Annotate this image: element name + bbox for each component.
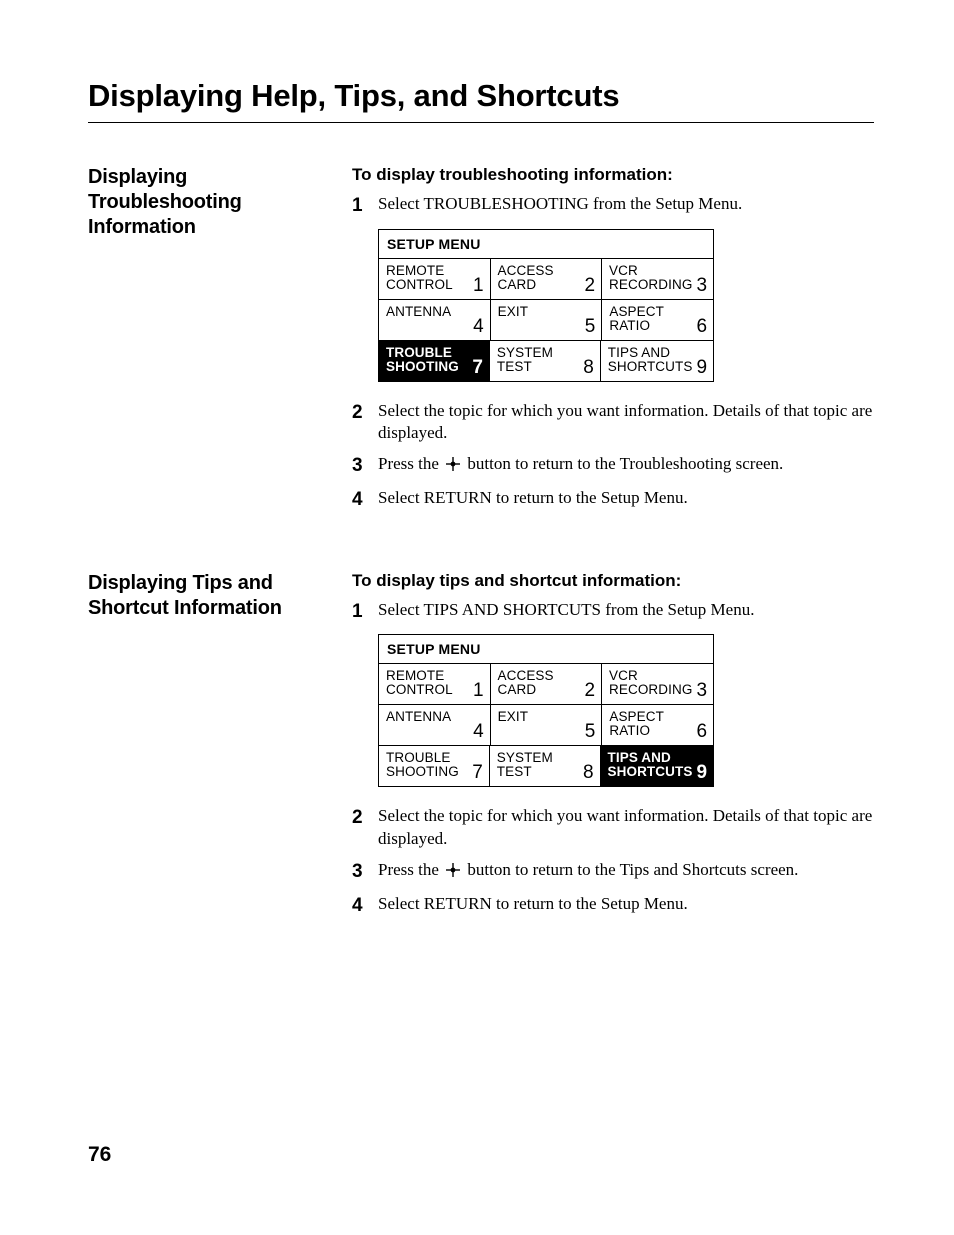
step-text: Select RETURN to return to the Setup Men… [378,487,874,510]
step-text: Select TROUBLESHOOTING from the Setup Me… [378,193,874,216]
setup-menu-cell-index: 3 [696,276,707,295]
setup-menu-cell-label: VCRRECORDING [609,669,692,697]
setup-menu-cell-index: 1 [473,681,484,700]
setup-menu-cell[interactable]: REMOTECONTROL 1 [379,664,490,704]
setup-menu-cell[interactable]: TROUBLESHOOTING 7 [379,746,489,786]
section-heading: Displaying Troubleshooting Information [88,165,342,240]
page-number: 76 [88,1143,111,1167]
section-lead: To display tips and shortcut information… [352,571,874,591]
setup-menu-cell[interactable]: EXIT 5 [490,300,602,340]
step-text: Press the button to return to the Tips a… [378,859,874,882]
setup-menu-cell-index: 2 [584,681,595,700]
setup-menu-cell-index: 8 [583,763,594,782]
setup-menu-cell-index: 3 [696,681,707,700]
doc-section: Displaying Tips and Shortcut Information… [88,571,874,927]
setup-menu-cell-index: 5 [585,317,596,336]
setup-menu-cell-label: REMOTECONTROL [386,669,453,697]
setup-menu-cell-label: REMOTECONTROL [386,264,453,292]
center-button-icon [445,456,461,472]
step-number: 2 [352,805,378,831]
step-text: Select TIPS AND SHORTCUTS from the Setup… [378,599,874,622]
setup-menu-cell[interactable]: SYSTEMTEST 8 [489,341,600,381]
setup-menu-cell-index: 8 [583,358,594,377]
doc-section: Displaying Troubleshooting Information To… [88,165,874,521]
setup-menu-cell-index: 4 [473,722,484,741]
setup-menu-cell-label: ANTENNA [386,305,451,319]
step-number: 1 [352,193,378,219]
section-lead: To display troubleshooting information: [352,165,874,185]
setup-menu-cell[interactable]: ANTENNA 4 [379,300,490,340]
title-rule [88,122,874,123]
setup-menu-cell-index: 5 [585,722,596,741]
setup-menu-cell-label: TIPS ANDSHORTCUTS [608,751,693,779]
step-number: 4 [352,487,378,513]
setup-menu-cell-index: 7 [472,763,483,782]
setup-menu-cell[interactable]: VCRRECORDING3 [601,259,713,299]
setup-menu-cell-label: TROUBLESHOOTING [386,751,459,779]
setup-menu-cell[interactable]: ACCESSCARD 2 [490,664,602,704]
step-number: 3 [352,453,378,479]
step-item: 1Select TIPS AND SHORTCUTS from the Setu… [352,599,874,625]
setup-menu-cell-label: EXIT [498,305,528,319]
step-number: 3 [352,859,378,885]
setup-menu-cell[interactable]: ACCESSCARD 2 [490,259,602,299]
setup-menu-cell-index: 9 [696,358,707,377]
setup-menu-cell-label: VCRRECORDING [609,264,692,292]
step-item: 4Select RETURN to return to the Setup Me… [352,487,874,513]
setup-menu-cell-label: TROUBLESHOOTING [386,346,459,374]
setup-menu-cell[interactable]: REMOTECONTROL 1 [379,259,490,299]
setup-menu-cell[interactable]: SYSTEMTEST 8 [489,746,600,786]
center-button-icon [445,862,461,878]
step-number: 4 [352,893,378,919]
setup-menu-cell[interactable]: TIPS ANDSHORTCUTS9 [600,341,713,381]
setup-menu-title: SETUP MENU [379,635,713,663]
setup-menu-cell-index: 7 [472,358,483,377]
setup-menu-cell-label: ANTENNA [386,710,451,724]
section-heading: Displaying Tips and Shortcut Information [88,571,342,621]
setup-menu-cell-label: TIPS ANDSHORTCUTS [608,346,693,374]
setup-menu-cell-label: EXIT [498,710,528,724]
setup-menu-cell-index: 2 [584,276,595,295]
step-item: 2Select the topic for which you want inf… [352,400,874,446]
step-menu-figure: SETUP MENU REMOTECONTROL 1 ACCESSCARD 2 VCRRE… [352,229,874,382]
setup-menu-cell[interactable]: ANTENNA 4 [379,705,490,745]
step-item: 1Select TROUBLESHOOTING from the Setup M… [352,193,874,219]
setup-menu-title: SETUP MENU [379,230,713,258]
step-item: 4Select RETURN to return to the Setup Me… [352,893,874,919]
setup-menu-cell-label: ACCESSCARD [498,264,554,292]
step-text: Select the topic for which you want info… [378,400,874,446]
setup-menu-cell[interactable]: ASPECTRATIO 6 [601,705,713,745]
step-number: 1 [352,599,378,625]
setup-menu-cell-index: 1 [473,276,484,295]
setup-menu: SETUP MENU REMOTECONTROL 1 ACCESSCARD 2 VCRRE… [378,229,714,382]
setup-menu-cell-label: ASPECTRATIO [609,305,664,333]
step-item: 3Press the button to return to the Troub… [352,453,874,479]
step-text: Select RETURN to return to the Setup Men… [378,893,874,916]
step-item: 2Select the topic for which you want inf… [352,805,874,851]
setup-menu-cell-index: 6 [696,317,707,336]
setup-menu-cell-label: SYSTEMTEST [497,751,553,779]
setup-menu-cell[interactable]: TROUBLESHOOTING 7 [379,341,489,381]
setup-menu-cell-label: ACCESSCARD [498,669,554,697]
page-title: Displaying Help, Tips, and Shortcuts [88,78,874,114]
setup-menu-cell-label: ASPECTRATIO [609,710,664,738]
setup-menu-cell-index: 9 [696,763,707,782]
setup-menu-cell-label: SYSTEMTEST [497,346,553,374]
setup-menu-cell[interactable]: EXIT 5 [490,705,602,745]
setup-menu-cell-index: 4 [473,317,484,336]
step-menu-figure: SETUP MENU REMOTECONTROL 1 ACCESSCARD 2 VCRRE… [352,634,874,787]
step-list: 1Select TIPS AND SHORTCUTS from the Setu… [352,599,874,919]
step-item: 3Press the button to return to the Tips … [352,859,874,885]
step-text: Select the topic for which you want info… [378,805,874,851]
step-text: Press the button to return to the Troubl… [378,453,874,476]
setup-menu-cell[interactable]: ASPECTRATIO 6 [601,300,713,340]
setup-menu-cell[interactable]: TIPS ANDSHORTCUTS9 [600,746,713,786]
step-number: 2 [352,400,378,426]
setup-menu: SETUP MENU REMOTECONTROL 1 ACCESSCARD 2 VCRRE… [378,634,714,787]
setup-menu-cell[interactable]: VCRRECORDING3 [601,664,713,704]
step-list: 1Select TROUBLESHOOTING from the Setup M… [352,193,874,513]
setup-menu-cell-index: 6 [696,722,707,741]
